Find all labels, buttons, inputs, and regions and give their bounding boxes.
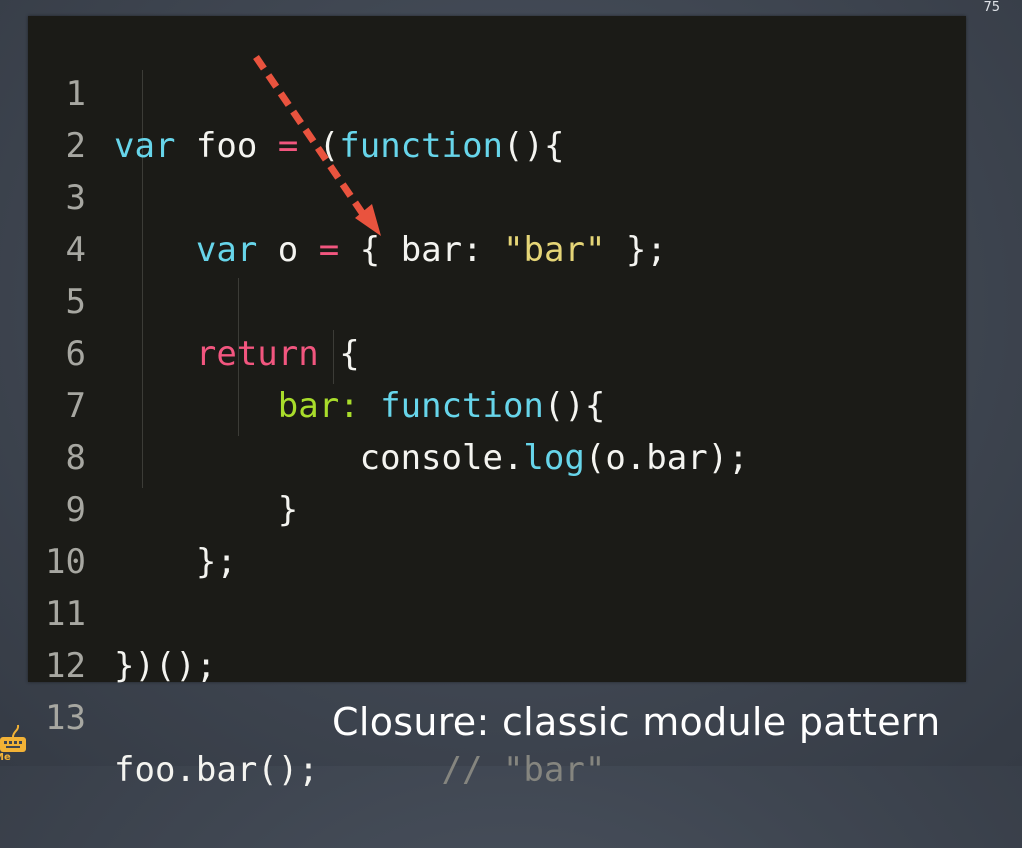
code-line-2: 2 (28, 68, 966, 166)
line-code: foo.bar(); // "bar" (114, 744, 605, 796)
comment: // "bar" (441, 750, 606, 790)
code-line-6: 6 bar: function(){ (28, 276, 966, 426)
code-line-3: 3 var o = { bar: "bar" }; (28, 120, 966, 270)
code-line-4: 4 (28, 172, 966, 270)
code-panel: 1 var foo = (function(){ 2 3 var o = { b… (28, 16, 966, 790)
slide-number: 75 (983, 0, 1000, 15)
slide-caption: Closure: classic module pattern (332, 700, 941, 744)
code-line-9: 9 }; (28, 432, 966, 582)
code-line-8: 8 } (28, 380, 966, 530)
code-line-5: 5 return { (28, 224, 966, 374)
code-line-12: 12 (28, 588, 966, 686)
code-line-13: 13 foo.bar(); // "bar" (28, 640, 966, 790)
code-line-7: 7 console.log(o.bar); (28, 328, 966, 478)
code-line-1: 1 var foo = (function(){ (28, 16, 966, 166)
logo-text: Me (0, 752, 11, 763)
line-number: 13 (45, 698, 86, 738)
code-line-11: 11 })(); (28, 536, 966, 686)
code-line-10: 10 (28, 484, 966, 582)
foo-call: foo.bar(); (114, 750, 319, 790)
